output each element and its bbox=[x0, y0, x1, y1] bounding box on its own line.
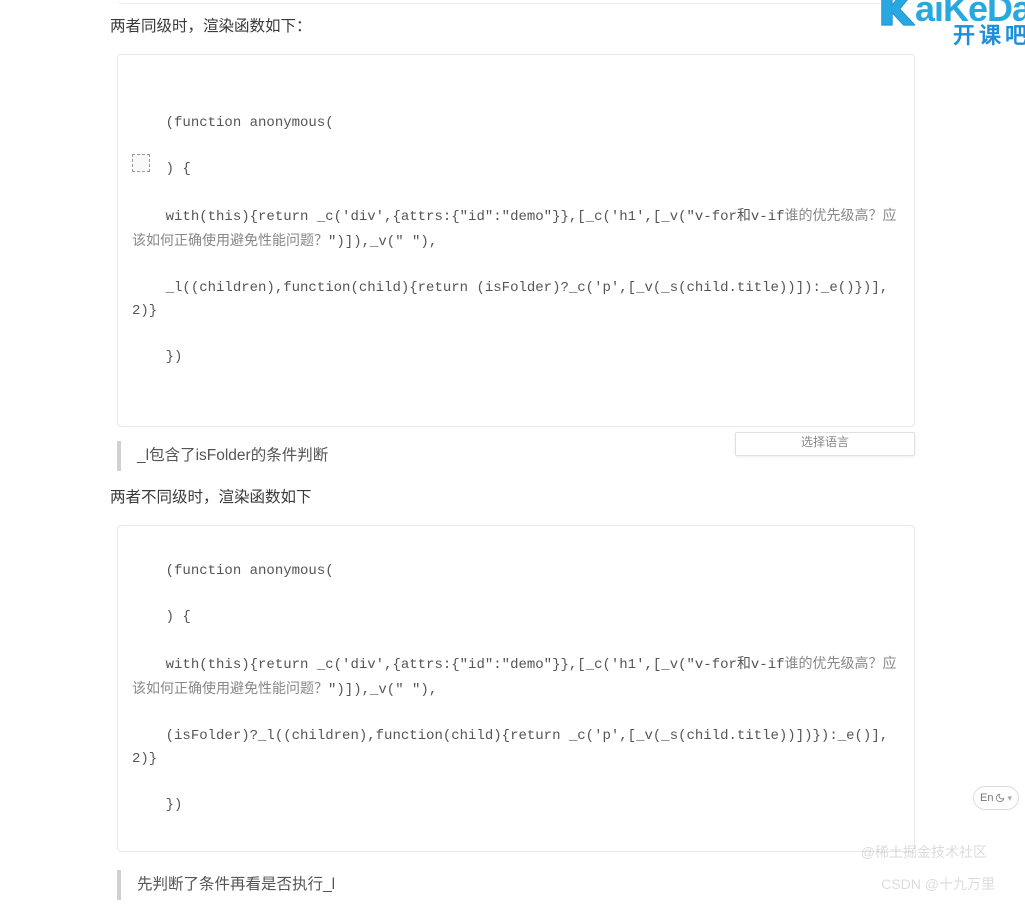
paragraph-1: 两者同级时，渲染函数如下： bbox=[110, 14, 915, 40]
code-line: (isFolder)?_l((children),function(child)… bbox=[132, 728, 888, 767]
article-content: 两者同级时，渲染函数如下： (function anonymous( ) { w… bbox=[0, 0, 1025, 900]
code-line: _l((children),function(child){return (is… bbox=[132, 280, 888, 319]
code-line: }) bbox=[166, 797, 183, 813]
paragraph-2: 两者不同级时，渲染函数如下 bbox=[110, 485, 915, 511]
code-block-2[interactable]: (function anonymous( ) { with(this){retu… bbox=[117, 525, 915, 851]
code-line: (function anonymous( bbox=[166, 115, 334, 131]
code-line: ) { bbox=[166, 161, 191, 177]
code-block-1[interactable]: (function anonymous( ) { with(this){retu… bbox=[117, 54, 915, 426]
blockquote-2: 先判断了条件再看是否执行_l bbox=[117, 870, 915, 900]
lang-selector-label: 选择语言 bbox=[801, 434, 849, 454]
code-line: ")]),_v(" "), bbox=[328, 234, 437, 250]
code-line: }) bbox=[166, 349, 183, 365]
code-line: (function anonymous( bbox=[166, 563, 334, 579]
code-line: ) { bbox=[166, 609, 191, 625]
language-selector[interactable]: 选择语言 bbox=[735, 432, 915, 456]
moon-icon bbox=[995, 793, 1005, 803]
code-line: with(this){return _c('div',{attrs:{"id":… bbox=[166, 657, 785, 673]
lang-badge-text: En bbox=[980, 792, 993, 804]
lang-toggle-badge[interactable]: En ▾ bbox=[973, 786, 1019, 810]
quote-text: _l包含了isFolder的条件判断 bbox=[137, 447, 328, 464]
code-line: with(this){return _c('div',{attrs:{"id":… bbox=[166, 209, 785, 225]
code-highlight-box bbox=[132, 154, 150, 172]
code-line: ")]),_v(" "), bbox=[328, 682, 437, 698]
chevron-icon: ▾ bbox=[1007, 793, 1012, 804]
prev-block-border bbox=[117, 0, 915, 4]
quote-text: 先判断了条件再看是否执行_l bbox=[137, 876, 335, 893]
